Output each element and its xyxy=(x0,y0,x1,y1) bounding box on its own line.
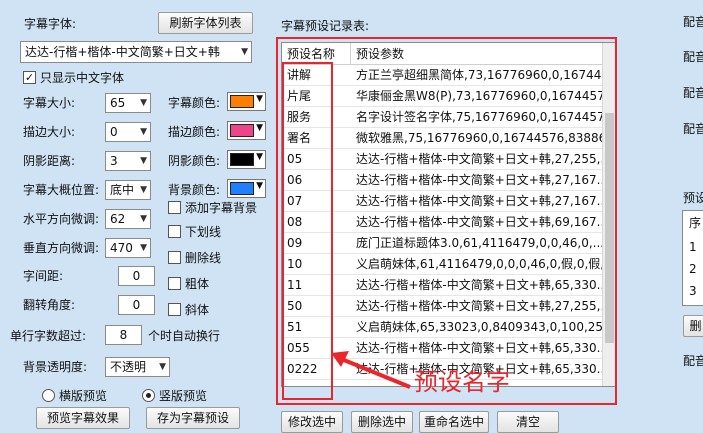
right-list-header: 序 xyxy=(689,216,702,230)
save-preset-button[interactable]: 存为字幕预设 xyxy=(146,407,240,429)
stroke-color-picker[interactable]: ▼ xyxy=(227,121,266,140)
chevron-down-icon: ▼ xyxy=(140,185,147,195)
bg-opacity-select[interactable]: 不透明 ▼ xyxy=(105,357,170,377)
horizontal-preview-label: 横版预览 xyxy=(59,389,108,403)
subtitle-color-swatch xyxy=(230,95,254,108)
font-select-value: 达达-行楷+楷体-中文简繁+日文+韩 xyxy=(25,45,220,59)
right-list-row[interactable]: 2 xyxy=(689,261,697,277)
right-list-row[interactable]: 3 xyxy=(689,283,697,299)
subtitle-color-picker[interactable]: ▼ xyxy=(227,92,266,111)
bold-checkbox[interactable] xyxy=(168,277,181,290)
stroke-color-swatch xyxy=(230,124,254,137)
shadow-distance-label: 阴影距离: xyxy=(23,154,76,168)
add-bg-checkbox[interactable] xyxy=(168,201,181,214)
wrap-count-input[interactable]: 8 xyxy=(105,325,142,345)
flip-angle-label: 翻转角度: xyxy=(23,298,76,312)
chevron-down-icon: ▼ xyxy=(159,362,166,372)
bg-color-label: 背景颜色: xyxy=(168,183,221,197)
position-value: 底中 xyxy=(110,183,135,197)
size-select[interactable]: 65 ▼ xyxy=(105,93,151,113)
bold-label: 粗体 xyxy=(185,277,210,291)
vertical-preview-radio[interactable] xyxy=(142,389,155,402)
preset-table-title: 字幕预设记录表: xyxy=(281,19,370,33)
subtitle-color-label: 字幕颜色: xyxy=(168,96,221,110)
chevron-down-icon: ▼ xyxy=(140,243,147,253)
position-label: 字幕大概位置: xyxy=(23,183,100,197)
bg-opacity-label: 背景透明度: xyxy=(23,360,88,374)
chevron-down-icon: ▼ xyxy=(256,94,263,104)
dub-label-4: 配音 xyxy=(683,122,703,136)
only-chinese-checkbox[interactable]: ✓ xyxy=(23,71,36,84)
bg-color-picker[interactable]: ▼ xyxy=(227,179,266,198)
size-value: 65 xyxy=(110,96,126,110)
italic-checkbox[interactable] xyxy=(168,303,181,316)
shadow-color-picker[interactable]: ▼ xyxy=(227,150,266,169)
chevron-down-icon: ▼ xyxy=(140,98,147,108)
stroke-size-value: 0 xyxy=(110,125,118,139)
wrap-prefix-label: 单行字数超过: xyxy=(10,329,87,343)
shadow-distance-select[interactable]: 3 ▼ xyxy=(105,151,151,171)
chevron-down-icon: ▼ xyxy=(256,181,263,191)
vfine-label: 垂直方向微调: xyxy=(23,241,100,255)
hfine-label: 水平方向微调: xyxy=(23,212,100,226)
vfine-select[interactable]: 470 ▼ xyxy=(105,238,151,258)
chevron-down-icon: ▼ xyxy=(256,152,263,162)
flip-angle-input[interactable]: 0 xyxy=(118,295,155,315)
right-delete-button[interactable]: 删 xyxy=(683,315,703,337)
strikethrough-label: 删除线 xyxy=(185,251,222,265)
chevron-down-icon: ▼ xyxy=(140,127,147,137)
rename-selected-button[interactable]: 重命名选中 xyxy=(419,411,489,433)
shadow-color-swatch xyxy=(230,153,254,166)
hfine-select[interactable]: 62 ▼ xyxy=(105,209,151,229)
refresh-font-list-button[interactable]: 刷新字体列表 xyxy=(158,12,253,34)
dub-label-2: 配音 xyxy=(683,50,703,64)
stroke-color-label: 描边颜色: xyxy=(168,125,221,139)
preview-effect-button[interactable]: 预览字幕效果 xyxy=(36,407,130,429)
dub-label-3: 配音 xyxy=(683,86,703,100)
hfine-value: 62 xyxy=(110,212,126,226)
stroke-size-label: 描边大小: xyxy=(23,125,76,139)
clear-button[interactable]: 清空 xyxy=(497,411,559,433)
chevron-down-icon: ▼ xyxy=(256,123,263,133)
spacing-label: 字间距: xyxy=(23,269,64,283)
chevron-down-icon: ▼ xyxy=(241,47,248,57)
position-select[interactable]: 底中 ▼ xyxy=(105,180,151,200)
spacing-input[interactable]: 0 xyxy=(118,266,155,286)
only-chinese-label: 只显示中文字体 xyxy=(40,71,125,85)
font-section-title: 字幕字体: xyxy=(24,17,77,31)
shadow-distance-value: 3 xyxy=(110,154,118,168)
chevron-down-icon: ▼ xyxy=(140,214,147,224)
size-label: 字幕大小: xyxy=(23,96,76,110)
annotation-label: 预设名字 xyxy=(414,368,510,396)
add-bg-label: 添加字幕背景 xyxy=(185,201,258,215)
underline-label: 下划线 xyxy=(185,225,222,239)
bg-opacity-value: 不透明 xyxy=(110,360,147,374)
vertical-preview-label: 竖版预览 xyxy=(159,389,208,403)
annotation-arrow xyxy=(331,351,411,389)
italic-label: 斜体 xyxy=(185,303,210,317)
strikethrough-checkbox[interactable] xyxy=(168,251,181,264)
shadow-color-label: 阴影颜色: xyxy=(168,154,221,168)
right-list[interactable]: 序 1 2 3 xyxy=(682,210,703,306)
right-preset-label: 预设 xyxy=(683,191,703,205)
dub-label-5: 配音 xyxy=(683,354,703,368)
chevron-down-icon: ▼ xyxy=(140,156,147,166)
underline-checkbox[interactable] xyxy=(168,225,181,238)
vfine-value: 470 xyxy=(110,241,133,255)
delete-selected-button[interactable]: 删除选中 xyxy=(351,411,413,433)
wrap-suffix-label: 个时自动换行 xyxy=(148,329,221,343)
dub-label-1: 配音 xyxy=(683,15,703,29)
modify-selected-button[interactable]: 修改选中 xyxy=(281,411,343,433)
horizontal-preview-radio[interactable] xyxy=(42,389,55,402)
stroke-size-select[interactable]: 0 ▼ xyxy=(105,122,151,142)
right-list-row[interactable]: 1 xyxy=(689,239,697,255)
font-select[interactable]: 达达-行楷+楷体-中文简繁+日文+韩 ▼ xyxy=(20,41,252,63)
bg-color-swatch xyxy=(230,182,254,195)
